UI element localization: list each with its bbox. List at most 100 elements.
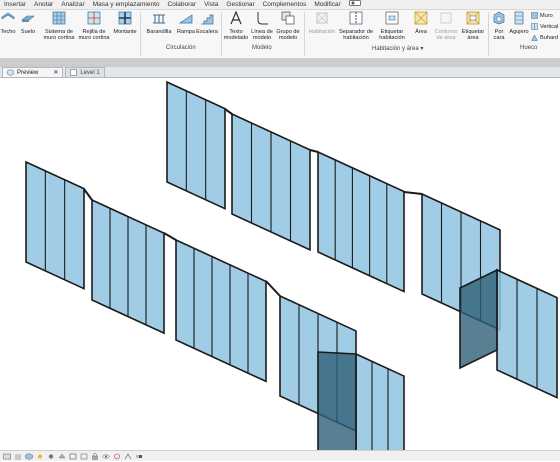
detail-level-icon[interactable] — [14, 453, 22, 460]
muro-hueco-label: Muro — [540, 12, 553, 19]
scale-icon[interactable] — [3, 453, 11, 460]
contorno-area-button[interactable]: Contorno de área — [432, 11, 460, 42]
tab-level-1[interactable]: Level 1 — [65, 67, 105, 77]
muro-hueco-button[interactable]: Muro — [531, 12, 553, 19]
habitacion-button[interactable]: Habitación — [306, 11, 338, 35]
area-button[interactable]: Área — [410, 11, 432, 35]
sistema-muro-cortina-button[interactable]: Sistema de muro cortina — [40, 11, 78, 42]
ribbon-separator — [140, 12, 141, 56]
etiquetar-area-button[interactable]: Etiquetar área — [460, 11, 486, 42]
render-icon[interactable] — [58, 453, 66, 460]
vertical-hueco-label: Vertical — [540, 23, 559, 30]
menu-colaborar[interactable]: Colaborar — [164, 0, 201, 9]
tag-room-icon — [385, 11, 399, 25]
habitacion-label: Habitación — [308, 29, 336, 36]
barandilla-button[interactable]: Barandilla — [144, 11, 174, 35]
stair-icon — [201, 14, 214, 25]
rejilla-muro-cortina-label: Rejilla de muro cortina — [78, 29, 110, 42]
group-label-habitacion-area[interactable]: Habitación y área ▾ — [372, 45, 423, 52]
por-cara-button[interactable]: Por cara — [490, 11, 508, 42]
model-group-icon — [281, 11, 295, 25]
texto-modelado-button[interactable]: Texto modelado — [222, 10, 250, 42]
floor-plan-icon — [70, 69, 78, 76]
view-tab-bar: Preview ✕ Level 1 — [0, 67, 560, 78]
curtain-wall-return — [459, 268, 498, 370]
buhardilla-label: Buhard — [540, 34, 559, 41]
temporary-hide-icon[interactable] — [102, 453, 110, 460]
rampa-button[interactable]: Rampa — [176, 11, 196, 35]
texto-modelado-label: Texto modelado — [223, 29, 249, 42]
3d-view-icon — [7, 69, 14, 76]
grupo-modelo-button[interactable]: Grupo de modelo — [276, 11, 300, 42]
curtain-grid-icon — [87, 11, 101, 25]
curtain-wall-top-rail — [403, 191, 423, 195]
lock-view-icon[interactable] — [91, 452, 99, 460]
curtain-wall-panel — [25, 160, 85, 290]
show-crop-icon[interactable] — [80, 453, 88, 460]
barandilla-label: Barandilla — [146, 29, 172, 36]
menu-bar: Insertar Anotar Analizar Masa y emplazam… — [0, 0, 560, 10]
etiquetar-area-label: Etiquetar área — [461, 29, 485, 42]
etiquetar-habitacion-button[interactable]: Etiquetar habitación — [374, 11, 410, 42]
curtain-wall-panel — [496, 268, 558, 399]
vertical-hueco-button[interactable]: Vertical — [531, 23, 558, 30]
area-boundary-icon — [440, 12, 452, 24]
by-face-icon — [493, 11, 505, 25]
ramp-icon — [178, 14, 193, 24]
suelo-label: Suelo — [20, 29, 36, 36]
curtain-wall-panel — [355, 352, 405, 462]
ribbon-bottom-strip — [0, 59, 560, 67]
curtain-system-icon — [52, 11, 66, 25]
menu-vista[interactable]: Vista — [200, 0, 222, 9]
group-label-modelo[interactable]: Modelo — [252, 45, 272, 51]
suelo-button[interactable]: Suelo — [19, 11, 37, 35]
view-control-bar — [0, 450, 560, 461]
ribbon-separator — [304, 12, 305, 56]
menu-extra-toggle[interactable] — [345, 0, 365, 9]
tab-preview-label: Preview — [17, 69, 39, 76]
techo-icon — [1, 12, 15, 20]
curtain-wall-top-rail — [163, 232, 177, 241]
buhardilla-button[interactable]: Buhard — [531, 34, 558, 41]
separador-habitacion-button[interactable]: Separador de habitación — [338, 11, 374, 42]
contorno-area-label: Contorno de área — [434, 29, 458, 42]
rejilla-muro-cortina-button[interactable]: Rejilla de muro cortina — [78, 11, 110, 42]
agujero-label: Agujero — [509, 29, 529, 36]
visual-style-icon[interactable] — [25, 452, 33, 460]
sun-path-icon[interactable] — [36, 453, 44, 460]
reveal-hidden-icon[interactable] — [113, 453, 121, 460]
dormer-icon — [531, 34, 538, 41]
linea-modelo-button[interactable]: Línea de modelo — [250, 11, 274, 42]
area-label: Área — [415, 29, 427, 36]
techo-label: Techo — [0, 29, 16, 36]
escalera-label: Escalera — [196, 29, 218, 36]
curtain-wall-scene[interactable] — [0, 78, 560, 462]
analytical-model-icon[interactable] — [124, 452, 132, 460]
shadows-icon[interactable] — [47, 453, 55, 460]
ribbon-separator — [488, 12, 489, 56]
suelo-icon — [21, 15, 35, 22]
agujero-button[interactable]: Agujero — [508, 11, 530, 35]
menu-anotar[interactable]: Anotar — [30, 0, 57, 9]
menu-analizar[interactable]: Analizar — [57, 0, 88, 9]
highlight-displacement-icon[interactable] — [135, 453, 143, 460]
menu-modificar[interactable]: Modificar — [310, 0, 344, 9]
menu-masa-emplazamiento[interactable]: Masa y emplazamiento — [89, 0, 164, 9]
crop-view-icon[interactable] — [69, 453, 77, 460]
escalera-button[interactable]: Escalera — [196, 11, 218, 35]
rampa-label: Rampa — [176, 29, 196, 36]
3d-viewport[interactable] — [0, 78, 560, 462]
curtain-wall-return — [317, 351, 357, 455]
group-label-circulacion: Circulación — [166, 45, 196, 51]
montante-label: Montante — [113, 29, 137, 36]
montante-button[interactable]: Montante — [112, 11, 138, 35]
close-icon[interactable]: ✕ — [53, 69, 58, 76]
techo-button[interactable]: Techo — [0, 11, 16, 35]
menu-complementos[interactable]: Complementos — [259, 0, 311, 9]
vertical-opening-icon — [531, 23, 538, 30]
curtain-wall-top-rail — [265, 280, 281, 297]
wall-opening-icon — [531, 12, 538, 19]
menu-insertar[interactable]: Insertar — [0, 0, 30, 9]
tab-preview[interactable]: Preview ✕ — [2, 67, 64, 77]
menu-gestionar[interactable]: Gestionar — [222, 0, 258, 9]
